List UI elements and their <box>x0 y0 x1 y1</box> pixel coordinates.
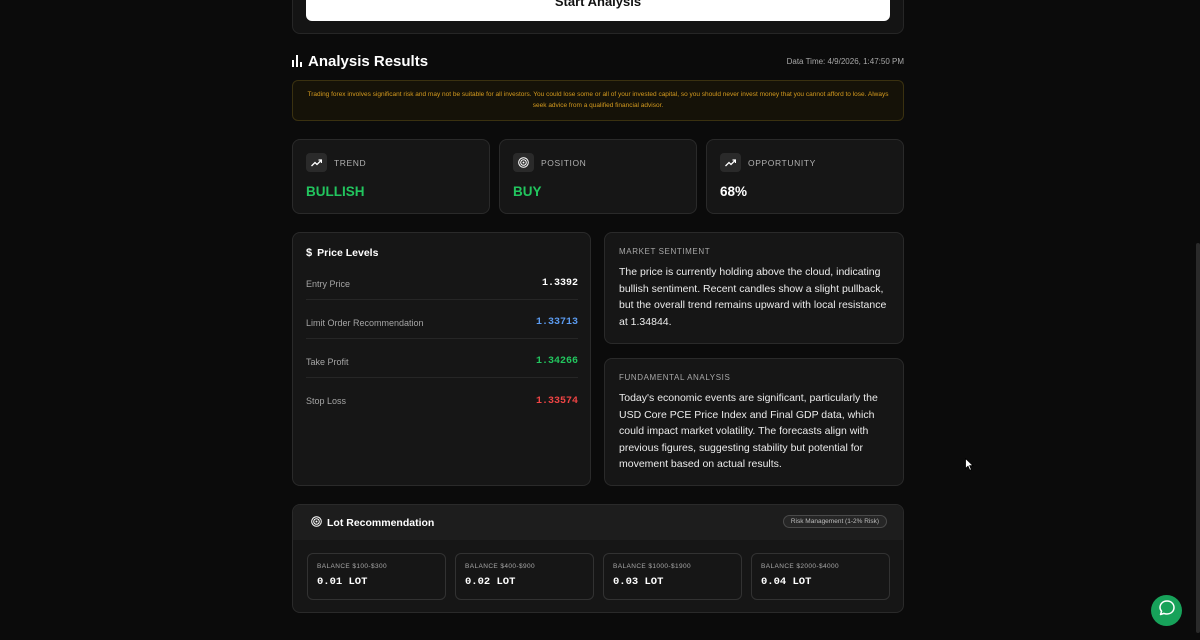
opportunity-card: OPPORTUNITY 68% <box>706 139 904 214</box>
risk-management-badge: Risk Management (1-2% Risk) <box>782 515 887 528</box>
mouse-cursor-icon <box>965 457 975 476</box>
lot-title-group: Lot Recommendation <box>311 516 434 530</box>
stop-loss-value: 1.33574 <box>535 395 578 407</box>
results-header: Analysis Results Data Time: 4/9/2026, 1:… <box>292 50 904 72</box>
position-label: POSITION <box>541 158 587 168</box>
page-scrollbar[interactable] <box>1196 243 1200 633</box>
price-levels-title: Price Levels <box>317 247 379 259</box>
lot-size: 0.03 LOT <box>613 576 664 588</box>
position-card: POSITION BUY <box>499 139 697 214</box>
entry-price-label: Entry Price <box>306 278 351 289</box>
take-profit-value: 1.34266 <box>535 356 578 367</box>
data-time: Data Time: 4/9/2026, 1:47:50 PM <box>786 56 904 66</box>
opportunity-value: 68% <box>720 184 748 199</box>
lot-title: Lot Recommendation <box>327 517 435 529</box>
limit-order-label: Limit Order Recommendation <box>306 317 424 328</box>
lot-size: 0.04 LOT <box>761 576 812 588</box>
lot-size: 0.01 LOT <box>317 576 368 588</box>
risk-disclaimer: Trading forex involves significant risk … <box>292 80 904 121</box>
start-analysis-button[interactable]: Start Analysis <box>306 0 890 21</box>
lot-recommendation-card: Lot Recommendation Risk Management (1-2%… <box>292 504 904 613</box>
price-levels-card: $ Price Levels Entry Price 1.3392 Limit … <box>292 232 591 486</box>
stop-loss-label: Stop Loss <box>306 396 347 406</box>
lot-header: Lot Recommendation Risk Management (1-2%… <box>293 505 903 540</box>
lot-balance-range: BALANCE $100-$300 <box>317 563 388 570</box>
market-sentiment-label: MARKET SENTIMENT <box>619 247 711 256</box>
lot-balance-range: BALANCE $400-$900 <box>465 563 536 570</box>
lot-item: BALANCE $2000-$4000 0.04 LOT <box>751 553 890 600</box>
chat-bubble-icon <box>1158 599 1176 622</box>
trending-up-icon <box>306 153 327 172</box>
fundamental-analysis-label: FUNDAMENTAL ANALYSIS <box>619 373 731 382</box>
position-value: BUY <box>513 184 542 199</box>
target-icon <box>513 153 534 172</box>
trend-label: TREND <box>334 158 367 168</box>
fundamental-analysis-card: FUNDAMENTAL ANALYSIS Today's economic ev… <box>604 358 904 486</box>
target-icon <box>311 516 322 530</box>
lot-size: 0.02 LOT <box>465 576 516 588</box>
market-sentiment-card: MARKET SENTIMENT The price is currently … <box>604 232 904 344</box>
take-profit-label: Take Profit <box>306 356 349 367</box>
price-levels-title-group: $ Price Levels <box>306 247 378 259</box>
dollar-icon: $ <box>306 247 313 259</box>
trend-card: TREND BULLISH <box>292 139 490 214</box>
market-sentiment-text: The price is currently holding above the… <box>619 266 887 328</box>
opportunity-label: OPPORTUNITY <box>748 158 816 168</box>
lot-balance-range: BALANCE $2000-$4000 <box>761 563 840 570</box>
results-title: Analysis Results <box>308 52 429 70</box>
limit-order-value: 1.33713 <box>535 317 578 328</box>
trending-up-icon <box>720 153 741 172</box>
fundamental-analysis-text: Today's economic events are significant,… <box>619 392 878 471</box>
results-title-group: Analysis Results <box>292 53 428 70</box>
lot-item: BALANCE $1000-$1900 0.03 LOT <box>603 553 742 600</box>
lot-balance-range: BALANCE $1000-$1900 <box>613 563 692 570</box>
price-row-limit-order: Limit Order Recommendation 1.33713 <box>306 307 578 339</box>
price-row-take-profit: Take Profit 1.34266 <box>306 346 578 378</box>
chat-button[interactable] <box>1151 595 1182 626</box>
analysis-form-card: Start Analysis <box>292 0 904 34</box>
bar-chart-icon <box>292 55 302 67</box>
price-row-entry: Entry Price 1.3392 <box>306 268 578 300</box>
entry-price-value: 1.3392 <box>541 278 578 289</box>
lot-item: BALANCE $100-$300 0.01 LOT <box>307 553 446 600</box>
price-row-stop-loss: Stop Loss 1.33574 <box>306 385 578 417</box>
lot-item: BALANCE $400-$900 0.02 LOT <box>455 553 594 600</box>
trend-value: BULLISH <box>306 184 365 199</box>
